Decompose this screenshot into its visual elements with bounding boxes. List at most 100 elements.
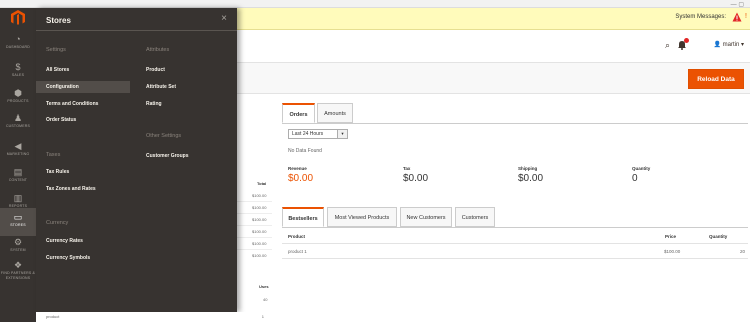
nav-item-stores[interactable]: ▭ Stores <box>0 208 36 236</box>
dollar-icon: $ <box>15 62 21 72</box>
row-divider <box>237 213 272 214</box>
megaphone-icon: ◀ <box>14 141 22 151</box>
nav-item-find-partners-extensions[interactable]: ❖ Find Partners & Extensions <box>0 256 36 284</box>
nav-item-label: Find Partners & Extensions <box>0 271 36 280</box>
menu-item-attribute-set[interactable]: Attribute Set <box>136 81 176 93</box>
stores-menu-title: Stores <box>46 16 71 25</box>
settings-group-heading: Settings <box>46 47 66 53</box>
menu-item-tax-zones-and-rates[interactable]: Tax Zones and Rates <box>36 183 96 195</box>
admin-sidebar: ◔ Dashboard $ Sales ⬢ Products ♟ Customers ◀ Mark… <box>0 8 36 322</box>
stores-menu-panel: Stores × Settings All Stores Configurati… <box>36 8 237 312</box>
nav-item-label: Customers <box>5 124 31 128</box>
price-cell: $100.00 <box>664 249 681 254</box>
tax-label: Tax <box>403 166 411 171</box>
shipping-label: Shipping <box>518 166 538 171</box>
currency-group-heading: Currency <box>46 220 69 226</box>
tab-divider <box>282 123 748 124</box>
user-icon: 👤 <box>713 42 723 48</box>
quantity-column-header: Quantity <box>709 234 728 239</box>
store-icon: ▭ <box>13 212 23 222</box>
row-divider <box>237 201 272 202</box>
menu-item-currency-symbols[interactable]: Currency Symbols <box>36 252 90 264</box>
system-messages-label[interactable]: System Messages: <box>675 14 726 20</box>
total-cell: $100.00 <box>252 205 267 210</box>
product-column-header: Product <box>288 234 306 239</box>
uses-cell: 40 <box>263 297 268 302</box>
row-divider <box>237 237 272 238</box>
nav-item-dashboard[interactable]: ◔ Dashboard <box>0 30 36 58</box>
taxes-group-heading: Taxes <box>46 152 61 158</box>
menu-item-rating[interactable]: Rating <box>136 98 162 110</box>
bottom-row-label: product <box>46 314 60 319</box>
period-select[interactable]: Last 24 Hours ▾ <box>288 129 348 139</box>
os-title-bar: — ▢ <box>0 0 750 8</box>
other-settings-group-heading: Other Settings <box>146 133 182 139</box>
tab-amounts[interactable]: Amounts <box>317 103 353 123</box>
nav-item-label: Dashboard <box>6 45 30 49</box>
page-header: ⌕ 👤 martin ▾ <box>237 30 750 62</box>
nav-item-customers[interactable]: ♟ Customers <box>0 109 36 137</box>
nav-item-sales[interactable]: $ Sales <box>0 58 36 86</box>
close-icon[interactable]: × <box>221 13 227 24</box>
menu-item-tax-rules[interactable]: Tax Rules <box>36 166 69 178</box>
menu-item-product[interactable]: Product <box>136 64 165 76</box>
menu-item-configuration[interactable]: Configuration <box>36 81 130 93</box>
tab-orders[interactable]: Orders <box>282 103 315 123</box>
revenue-label: Revenue <box>288 166 307 171</box>
total-cell: $100.00 <box>252 217 267 222</box>
total-cell: $100.00 <box>252 229 267 234</box>
menu-item-terms-and-conditions[interactable]: Terms and Conditions <box>36 98 98 110</box>
system-messages-bar: System Messages: ! <box>237 8 750 30</box>
extensions-icon: ❖ <box>13 260 23 270</box>
total-cell: $100.00 <box>252 193 267 198</box>
messages-count: ! <box>745 13 747 20</box>
chevron-down-icon: ▾ <box>337 130 347 138</box>
uses-column-header: Uses <box>259 284 269 289</box>
warning-icon[interactable] <box>732 12 742 22</box>
table-row-divider <box>282 258 748 259</box>
search-icon[interactable]: ⌕ <box>665 40 670 51</box>
quantity-label: Quantity <box>632 166 651 171</box>
row-divider <box>237 249 272 250</box>
revenue-value: $0.00 <box>288 173 314 184</box>
page-actions-bar: Reload Data <box>237 62 750 94</box>
tab-bestsellers[interactable]: Bestsellers <box>282 207 324 227</box>
nav-item-label: Marketing <box>6 152 30 156</box>
price-column-header: Price <box>665 234 677 239</box>
tab-new-customers[interactable]: New Customers <box>400 207 452 227</box>
bottom-row-value: 1 <box>261 314 264 319</box>
shipping-value: $0.00 <box>518 173 544 184</box>
bar-chart-icon: ▥ <box>13 193 23 203</box>
menu-item-all-stores[interactable]: All Stores <box>36 64 69 76</box>
tab-divider <box>282 227 748 228</box>
nav-item-label: Stores <box>10 223 26 227</box>
menu-divider <box>36 30 237 31</box>
magento-logo-icon[interactable] <box>10 10 26 26</box>
reload-data-button[interactable]: Reload Data <box>688 69 744 89</box>
row-divider <box>237 225 272 226</box>
cube-icon: ⬢ <box>14 88 22 98</box>
user-account-menu[interactable]: 👤 martin ▾ <box>714 41 745 48</box>
person-icon: ♟ <box>13 113 23 123</box>
menu-item-order-status[interactable]: Order Status <box>36 114 76 126</box>
tax-value: $0.00 <box>403 173 429 184</box>
notification-badge <box>684 38 689 43</box>
nav-item-label: System <box>10 248 26 252</box>
layout-icon: ▤ <box>13 167 23 177</box>
nav-item-marketing[interactable]: ◀ Marketing <box>0 137 36 165</box>
tab-customers[interactable]: Customers <box>455 207 495 227</box>
dashboard-icon: ◔ <box>15 34 21 44</box>
menu-item-currency-rates[interactable]: Currency Rates <box>36 235 83 247</box>
total-cell: $100.00 <box>252 253 267 258</box>
nav-item-products[interactable]: ⬢ Products <box>0 84 36 112</box>
product-cell[interactable]: product 1 <box>288 249 307 254</box>
menu-item-customer-groups[interactable]: Customer Groups <box>136 150 189 162</box>
total-cell: $100.00 <box>252 241 267 246</box>
window-controls[interactable]: — ▢ <box>731 1 744 8</box>
nav-item-content[interactable]: ▤ Content <box>0 163 36 191</box>
tab-most-viewed-products[interactable]: Most Viewed Products <box>327 207 397 227</box>
list-item: product 1 <box>36 312 272 322</box>
total-column-header: Total <box>257 181 267 186</box>
nav-item-label: Products <box>7 99 29 103</box>
nav-item-label: Sales <box>11 73 25 77</box>
